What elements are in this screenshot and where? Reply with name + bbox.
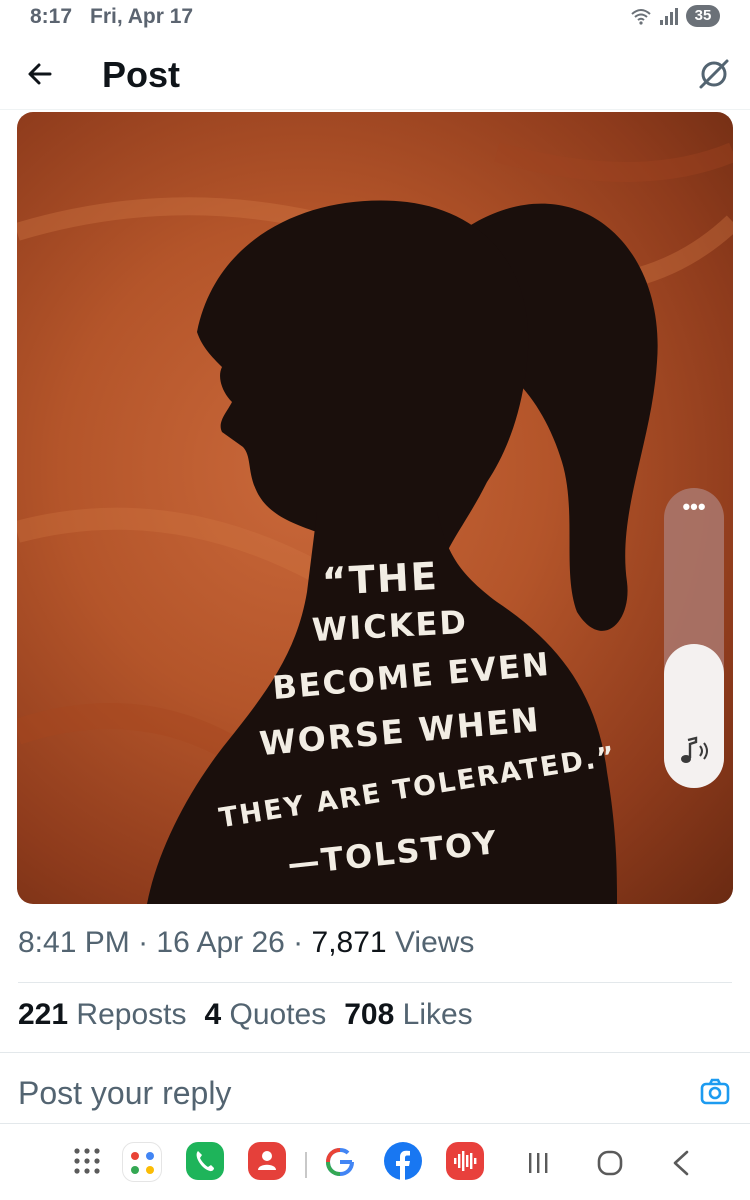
quote-text: “THE WICKED BECOME EVEN WORSE WHEN THEY … [17,112,733,904]
status-icons: 35 [630,5,720,27]
status-bar: 8:17 Fri, Apr 17 35 [0,0,750,34]
views-label: Views [394,926,475,959]
quote-line: “THE [320,553,440,605]
post-date: 16 Apr 26 [156,926,285,959]
reposts-stat[interactable]: 221 Reposts [18,998,186,1031]
volume-more-button[interactable]: ••• [664,496,724,518]
taskbar-separator [305,1152,307,1178]
app-grid-icon[interactable] [72,1146,102,1176]
likes-stat[interactable]: 708 Likes [344,998,472,1031]
grok-icon[interactable] [696,56,732,92]
page-title: Post [102,54,181,95]
wifi-icon [631,9,651,25]
divider [18,982,732,983]
quotes-label: Quotes [229,998,327,1031]
quotes-stat[interactable]: 4 Quotes [204,998,326,1031]
likes-label: Likes [402,998,473,1031]
arrow-left-icon[interactable] [24,58,56,90]
battery-icon: 35 [686,5,720,27]
post-meta: 8:41 PM · 16 Apr 26 · 7,871 Views [18,926,474,960]
post-time: 8:41 PM [18,926,130,959]
volume-slider[interactable]: ••• [664,488,724,788]
google-app-icon[interactable] [322,1144,358,1180]
reply-bar: Post your reply [0,1052,750,1124]
views-count: 7,871 [311,926,387,959]
reposts-label: Reposts [76,998,187,1031]
status-date: Fri, Apr 17 [90,5,194,28]
signal-icon [660,8,678,25]
reposts-count: 221 [18,998,69,1031]
app-folder-icon[interactable] [122,1142,162,1182]
post-image[interactable]: “THE WICKED BECOME EVEN WORSE WHEN THEY … [17,112,733,904]
status-time: 8:17 [30,5,73,28]
likes-count: 708 [344,998,395,1031]
quote-line: BECOME EVEN [270,644,553,708]
camera-icon[interactable] [700,1077,730,1105]
quote-line: —TOLSTOY [285,823,500,883]
reply-input[interactable]: Post your reply [18,1075,231,1112]
taskbar [0,1128,750,1200]
contacts-app-icon[interactable] [248,1142,286,1180]
volume-level-fill[interactable] [664,644,724,788]
meta-separator: · [129,926,157,959]
home-button-icon[interactable] [596,1149,624,1177]
meta-separator: · [284,926,312,959]
header: Post [0,42,750,110]
quote-line: WICKED [311,602,469,650]
phone-app-icon[interactable] [186,1142,224,1180]
post-stats: 221 Reposts 4 Quotes 708 Likes [18,998,473,1032]
music-note-volume-icon [681,736,708,763]
quote-line: WORSE WHEN [257,699,543,764]
voice-recorder-app-icon[interactable] [446,1142,484,1180]
back-nav-icon[interactable] [670,1149,692,1177]
recents-button-icon[interactable] [526,1150,550,1176]
quotes-count: 4 [204,998,222,1031]
facebook-app-icon[interactable] [384,1142,422,1180]
